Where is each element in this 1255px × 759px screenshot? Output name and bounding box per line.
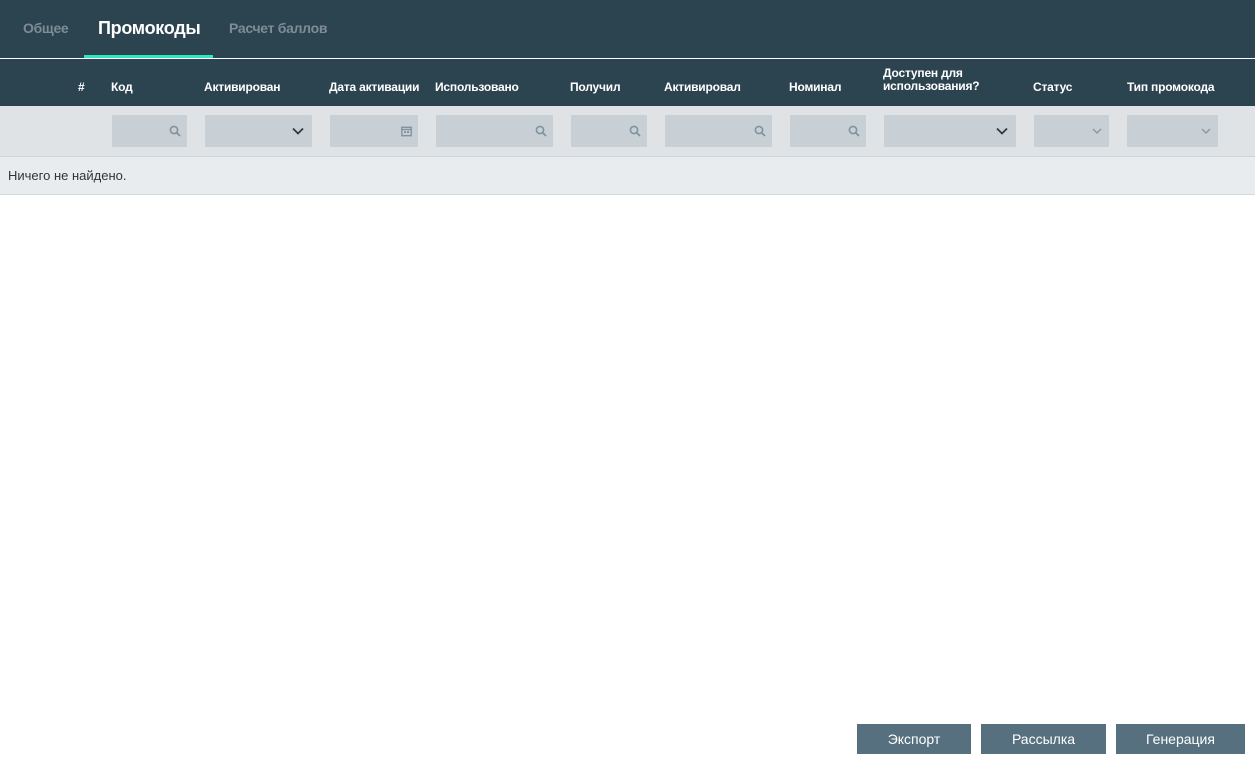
calendar-icon: [401, 126, 412, 137]
promo-type-filter-select[interactable]: [1127, 115, 1218, 147]
available-filter-select[interactable]: [884, 115, 1016, 147]
column-header-activation-date[interactable]: Дата активации: [329, 81, 419, 94]
code-filter-input[interactable]: [112, 115, 187, 147]
search-icon: [169, 125, 181, 137]
empty-results-row: Ничего не найдено.: [0, 157, 1255, 195]
column-header-activated-by[interactable]: Активировал: [664, 81, 741, 94]
activated-by-filter-input[interactable]: [665, 115, 772, 147]
search-icon: [754, 125, 766, 137]
column-header-activated[interactable]: Активирован: [204, 81, 280, 94]
chevron-down-icon: [1092, 128, 1102, 135]
status-filter-select[interactable]: [1034, 115, 1109, 147]
column-header-status[interactable]: Статус: [1033, 81, 1072, 94]
column-header-number[interactable]: #: [78, 81, 85, 94]
column-header-promo-type[interactable]: Тип промокода: [1127, 81, 1215, 94]
filter-row: [0, 106, 1255, 157]
chevron-down-icon: [996, 127, 1008, 135]
chevron-down-icon: [292, 127, 304, 135]
table-header: # Код Активирован Дата активации Использ…: [0, 59, 1255, 106]
column-header-available[interactable]: Доступен для использования?: [883, 67, 993, 93]
column-header-used[interactable]: Использовано: [435, 81, 519, 94]
empty-results-message: Ничего не найдено.: [8, 168, 127, 183]
search-icon: [848, 125, 860, 137]
activated-filter-select[interactable]: [205, 115, 312, 147]
activation-date-filter-input[interactable]: [330, 115, 418, 147]
column-header-code[interactable]: Код: [111, 81, 133, 94]
tabs-bar: Общее Промокоды Расчет баллов: [0, 0, 1255, 58]
active-tab-indicator: [84, 55, 213, 58]
column-header-nominal[interactable]: Номинал: [789, 81, 841, 94]
chevron-down-icon: [1201, 128, 1211, 135]
search-icon: [535, 125, 547, 137]
nominal-filter-input[interactable]: [790, 115, 866, 147]
mailing-button[interactable]: Рассылка: [981, 724, 1106, 754]
received-filter-input[interactable]: [571, 115, 647, 147]
tab-promocodes[interactable]: Промокоды: [98, 0, 201, 58]
tab-general[interactable]: Общее: [23, 0, 69, 58]
generate-button[interactable]: Генерация: [1116, 724, 1245, 754]
column-header-received[interactable]: Получил: [570, 81, 621, 94]
search-icon: [629, 125, 641, 137]
export-button[interactable]: Экспорт: [857, 724, 971, 754]
used-filter-input[interactable]: [436, 115, 553, 147]
tab-points-calculation[interactable]: Расчет баллов: [229, 0, 327, 58]
